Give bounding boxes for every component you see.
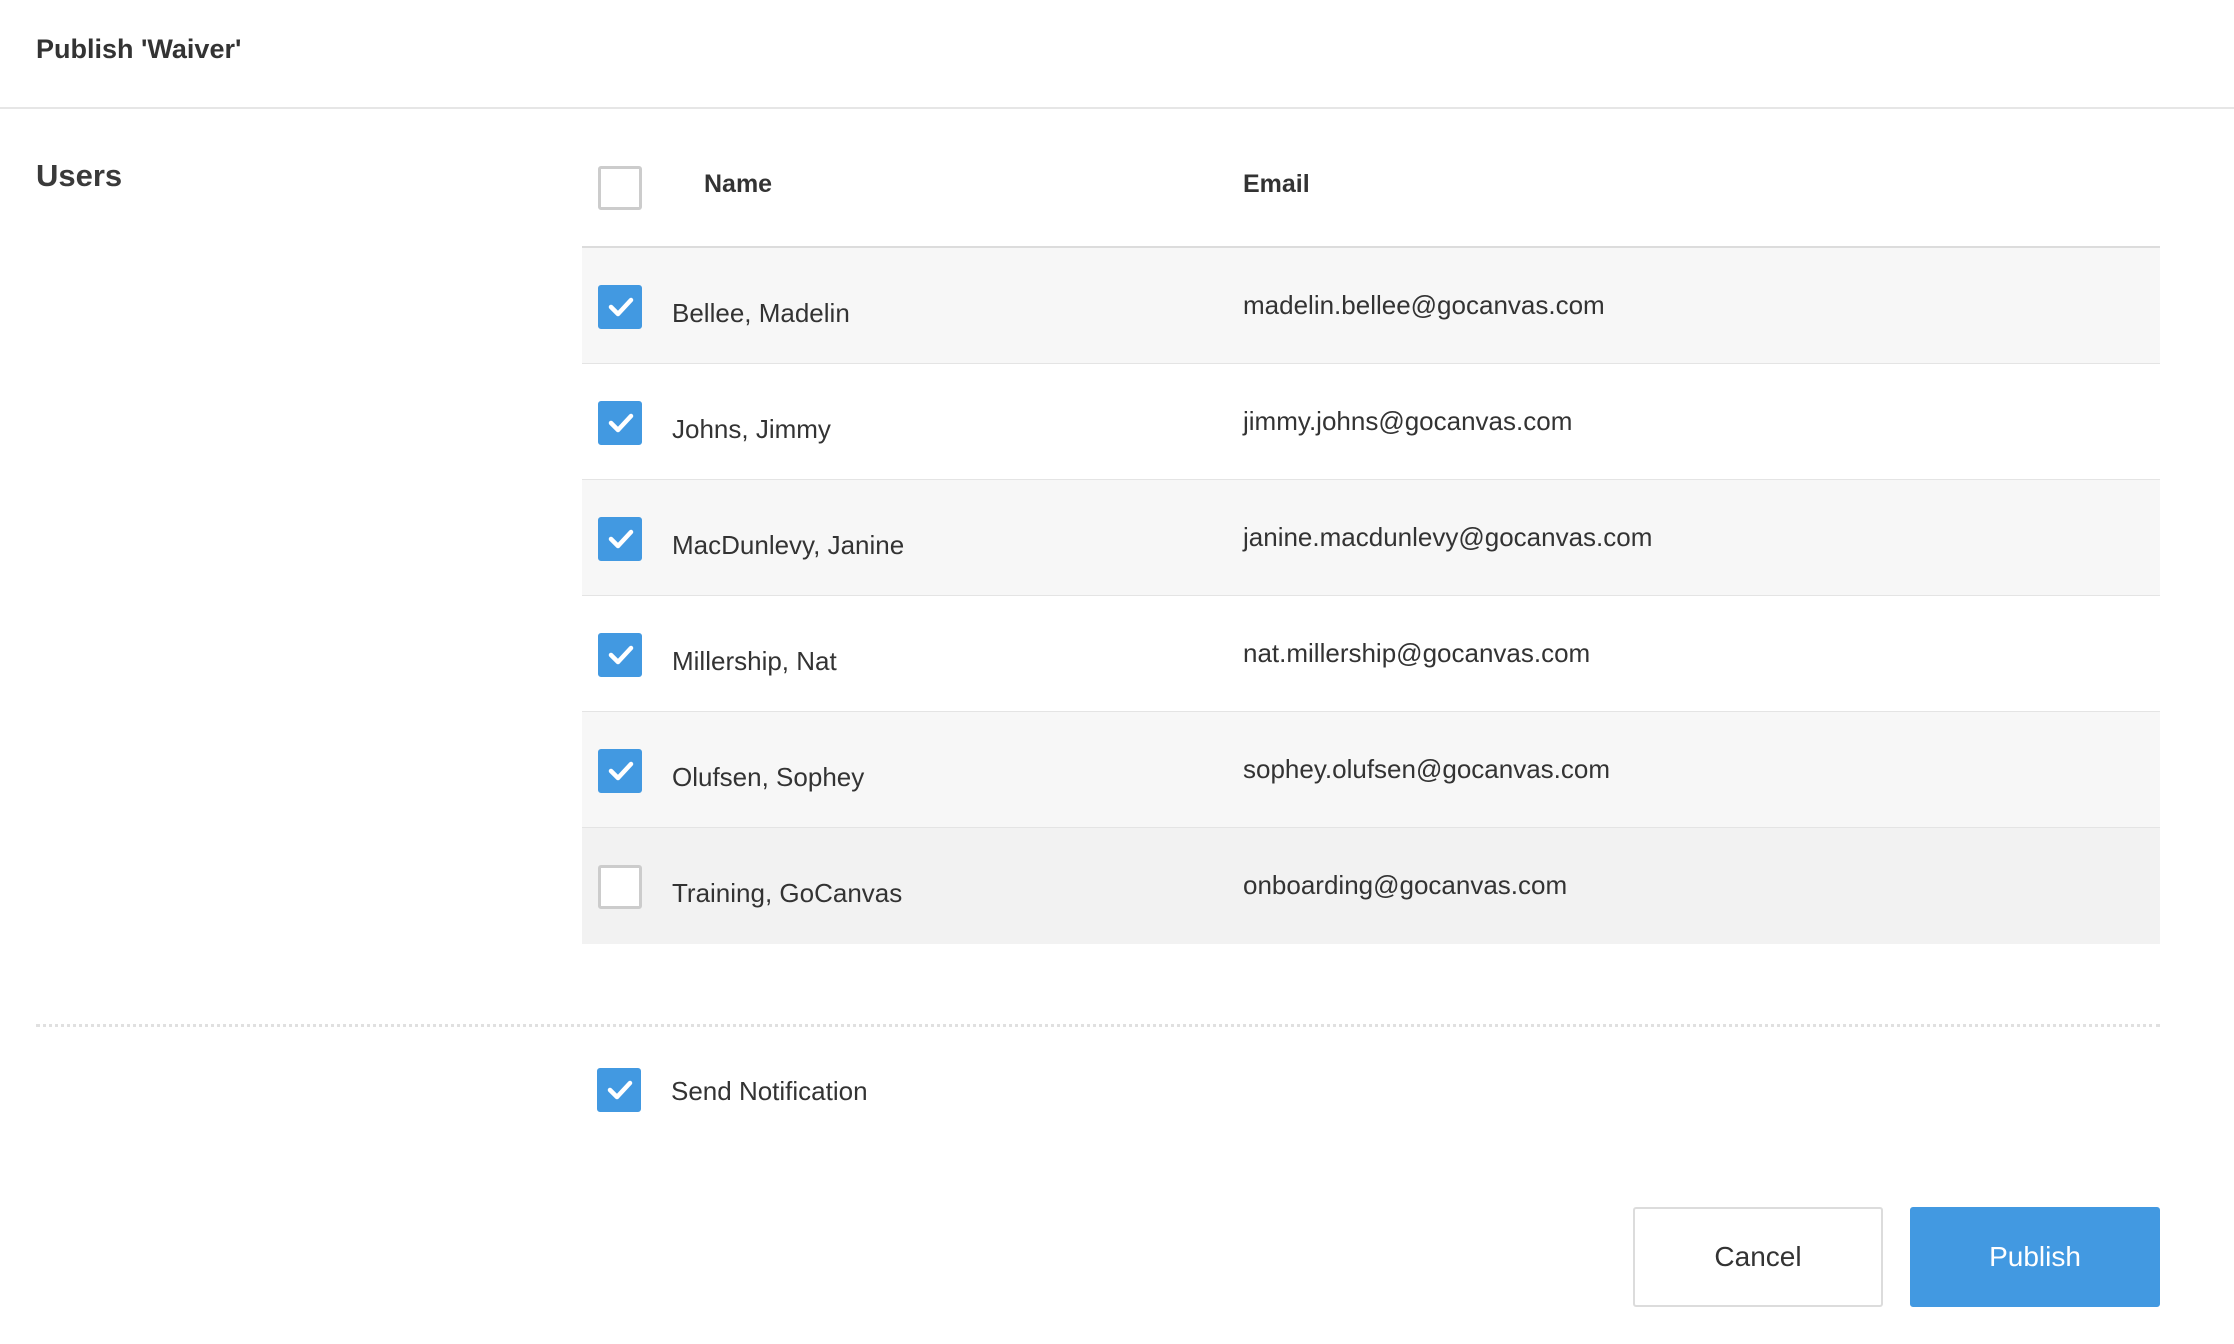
table-header: Name Email — [582, 140, 2160, 248]
user-name: Bellee, Madelin — [672, 298, 850, 328]
users-section-label: Users — [36, 158, 123, 193]
dialog-header: Publish 'Waiver' — [0, 0, 2234, 109]
select-all-checkbox[interactable] — [598, 166, 642, 210]
table-body: Bellee, Madelin madelin.bellee@gocanvas.c… — [582, 248, 2160, 944]
checkmark-icon — [608, 297, 634, 317]
publish-button[interactable]: Publish — [1910, 1207, 2160, 1307]
user-email: nat.millership@gocanvas.com — [1243, 638, 1591, 668]
user-email: janine.macdunlevy@gocanvas.com — [1243, 522, 1653, 552]
checkmark-icon — [608, 645, 634, 665]
table-row: Johns, Jimmy jimmy.johns@gocanvas.com — [582, 364, 2160, 480]
table-row: MacDunlevy, Janine janine.macdunlevy@goca… — [582, 480, 2160, 596]
user-name: MacDunlevy, Janine — [672, 530, 905, 560]
send-notification-checkbox[interactable] — [597, 1068, 641, 1112]
checkmark-icon — [608, 529, 634, 549]
row-checkbox[interactable] — [598, 633, 642, 677]
row-checkbox[interactable] — [598, 517, 642, 561]
table-row: Training, GoCanvas onboarding@gocanvas.co… — [582, 828, 2160, 944]
row-checkbox[interactable] — [598, 285, 642, 329]
cancel-button[interactable]: Cancel — [1633, 1207, 1883, 1307]
user-name: Johns, Jimmy — [672, 414, 831, 444]
user-email: onboarding@gocanvas.com — [1243, 870, 1568, 900]
row-checkbox[interactable] — [598, 865, 642, 909]
checkmark-icon — [607, 1080, 633, 1100]
checkmark-icon — [608, 413, 634, 433]
user-email: sophey.olufsen@gocanvas.com — [1243, 754, 1611, 784]
table-row: Olufsen, Sophey sophey.olufsen@gocanvas.c… — [582, 712, 2160, 828]
row-checkbox[interactable] — [598, 401, 642, 445]
users-table: Name Email Bellee, Madelin madelin.bellee… — [582, 140, 2160, 944]
dialog-title: Publish 'Waiver' — [36, 34, 242, 64]
user-name: Training, GoCanvas — [672, 878, 903, 908]
row-checkbox[interactable] — [598, 749, 642, 793]
user-name: Millership, Nat — [672, 646, 837, 676]
column-header-name: Name — [704, 170, 773, 198]
section-divider — [36, 1024, 2160, 1027]
send-notification-label: Send Notification — [671, 1076, 868, 1106]
user-email: jimmy.johns@gocanvas.com — [1243, 406, 1573, 436]
user-email: madelin.bellee@gocanvas.com — [1243, 290, 1605, 320]
table-row: Millership, Nat nat.millership@gocanvas.c… — [582, 596, 2160, 712]
column-header-email: Email — [1243, 170, 1310, 198]
user-name: Olufsen, Sophey — [672, 762, 865, 792]
table-row: Bellee, Madelin madelin.bellee@gocanvas.c… — [582, 248, 2160, 364]
checkmark-icon — [608, 761, 634, 781]
